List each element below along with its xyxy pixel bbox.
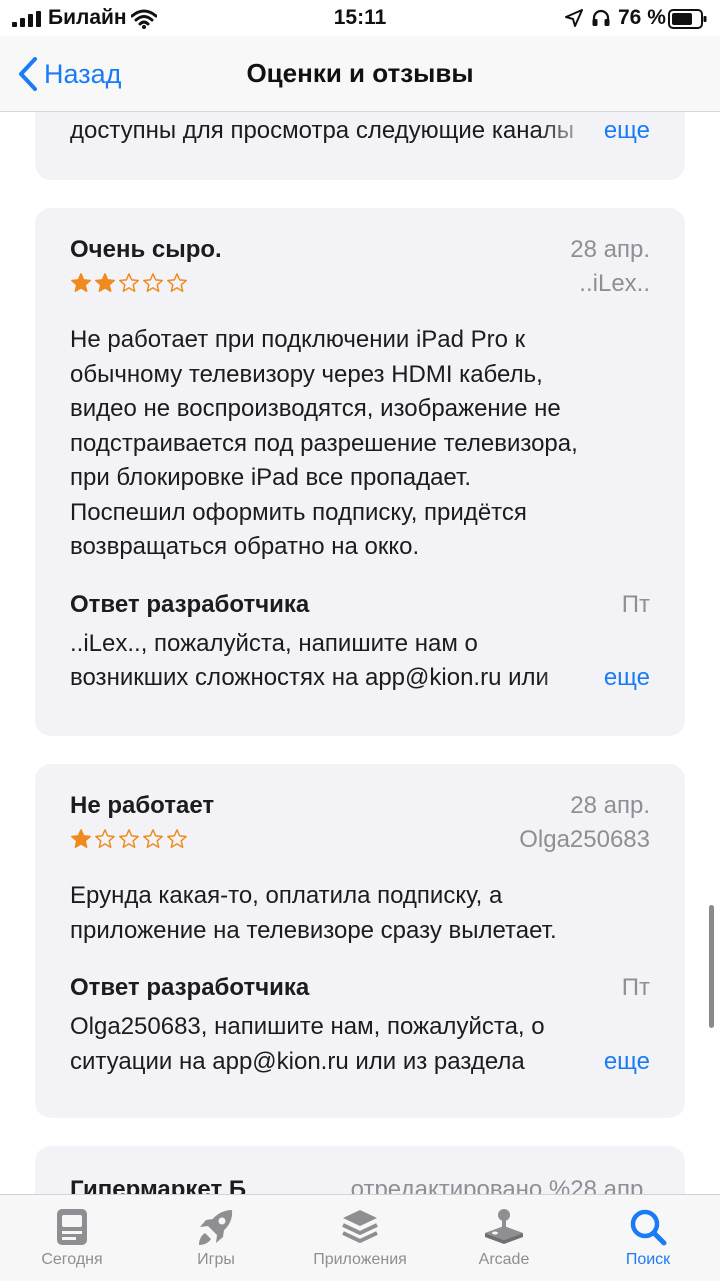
- tab-search[interactable]: Поиск: [576, 1195, 720, 1281]
- star-empty-icon: [167, 273, 187, 292]
- navigation-bar: Назад Оценки и отзывы: [0, 36, 720, 112]
- review-card[interactable]: Не работает 28 апр. Olga250683 Ерунда ка…: [35, 764, 685, 1118]
- star-empty-icon: [143, 829, 163, 848]
- star-empty-icon: [119, 829, 139, 848]
- developer-response-title: Ответ разработчика: [70, 590, 310, 618]
- apps-stack-icon: [342, 1210, 378, 1243]
- star-rating: [70, 268, 650, 294]
- review-author: Olga250683: [519, 826, 650, 853]
- status-time: 15:11: [333, 6, 387, 29]
- more-button[interactable]: еще: [585, 114, 650, 149]
- joystick-icon: [485, 1209, 523, 1244]
- reviews-list[interactable]: доступны для просмотра следующие каналы …: [0, 112, 720, 1194]
- star-filled-icon: [71, 829, 91, 848]
- tab-label: Arcade: [478, 1251, 530, 1268]
- tab-label: Приложения: [313, 1251, 407, 1268]
- headphones-icon: [592, 9, 610, 26]
- search-icon: [630, 1209, 667, 1246]
- review-date: 28 апр.: [570, 792, 650, 819]
- star-empty-icon: [95, 829, 115, 848]
- review-title: Очень сыро.: [70, 236, 222, 263]
- tab-arcade[interactable]: Arcade: [432, 1195, 576, 1281]
- developer-response-title: Ответ разработчика: [70, 974, 310, 1001]
- developer-response-body: ..iLex.., пожалуйста, напишите нам о воз…: [70, 627, 650, 696]
- review-body: Не работает при подключении iPad Pro к о…: [70, 326, 578, 560]
- developer-response-date: Пт: [621, 974, 650, 1001]
- tab-bar: Сегодня Игры Приложения Arcade Поиск: [0, 1194, 720, 1281]
- review-date: отредактировано %28 апр.: [350, 1176, 650, 1194]
- star-empty-icon: [143, 273, 163, 292]
- review-card-previous: доступны для просмотра следующие каналы …: [35, 112, 685, 180]
- today-icon: [57, 1209, 87, 1245]
- star-filled-icon: [71, 273, 91, 292]
- scroll-indicator[interactable]: [709, 905, 714, 1028]
- battery-percent: 76 %: [618, 6, 666, 29]
- rocket-icon: [199, 1210, 233, 1245]
- review-title: Не работает: [70, 792, 215, 819]
- tab-today[interactable]: Сегодня: [0, 1195, 144, 1281]
- star-filled-icon: [95, 273, 115, 292]
- review-card[interactable]: Гипермаркет Б отредактировано %28 апр.: [35, 1146, 685, 1194]
- star-empty-icon: [119, 273, 139, 292]
- more-button[interactable]: еще: [585, 1044, 650, 1079]
- location-arrow-icon: [565, 9, 583, 27]
- status-bar: Билайн 15:11 76 %: [0, 0, 720, 36]
- developer-response-body: Olga250683, напишите нам, пожалуйста, о …: [70, 1010, 650, 1079]
- battery-icon: [668, 9, 707, 29]
- review-body: Ерунда какая-то, оплатила подписку, а пр…: [70, 882, 557, 944]
- review-author: ..iLex..: [579, 270, 650, 297]
- star-empty-icon: [167, 829, 187, 848]
- developer-response-date: Пт: [621, 590, 650, 618]
- tab-label: Сегодня: [41, 1251, 103, 1268]
- tab-label: Поиск: [625, 1251, 671, 1268]
- more-button[interactable]: еще: [585, 661, 650, 696]
- tab-games[interactable]: Игры: [144, 1195, 288, 1281]
- tab-apps[interactable]: Приложения: [288, 1195, 432, 1281]
- review-title: Гипермаркет Б: [70, 1176, 247, 1194]
- review-date: 28 апр.: [570, 236, 650, 263]
- tab-label: Игры: [197, 1251, 235, 1268]
- review-card[interactable]: Очень сыро. 28 апр. ..iLex.. Не работает…: [35, 208, 685, 736]
- review-body-last-line: доступны для просмотра следующие каналы …: [70, 114, 650, 149]
- page-title: Оценки и отзывы: [246, 58, 474, 88]
